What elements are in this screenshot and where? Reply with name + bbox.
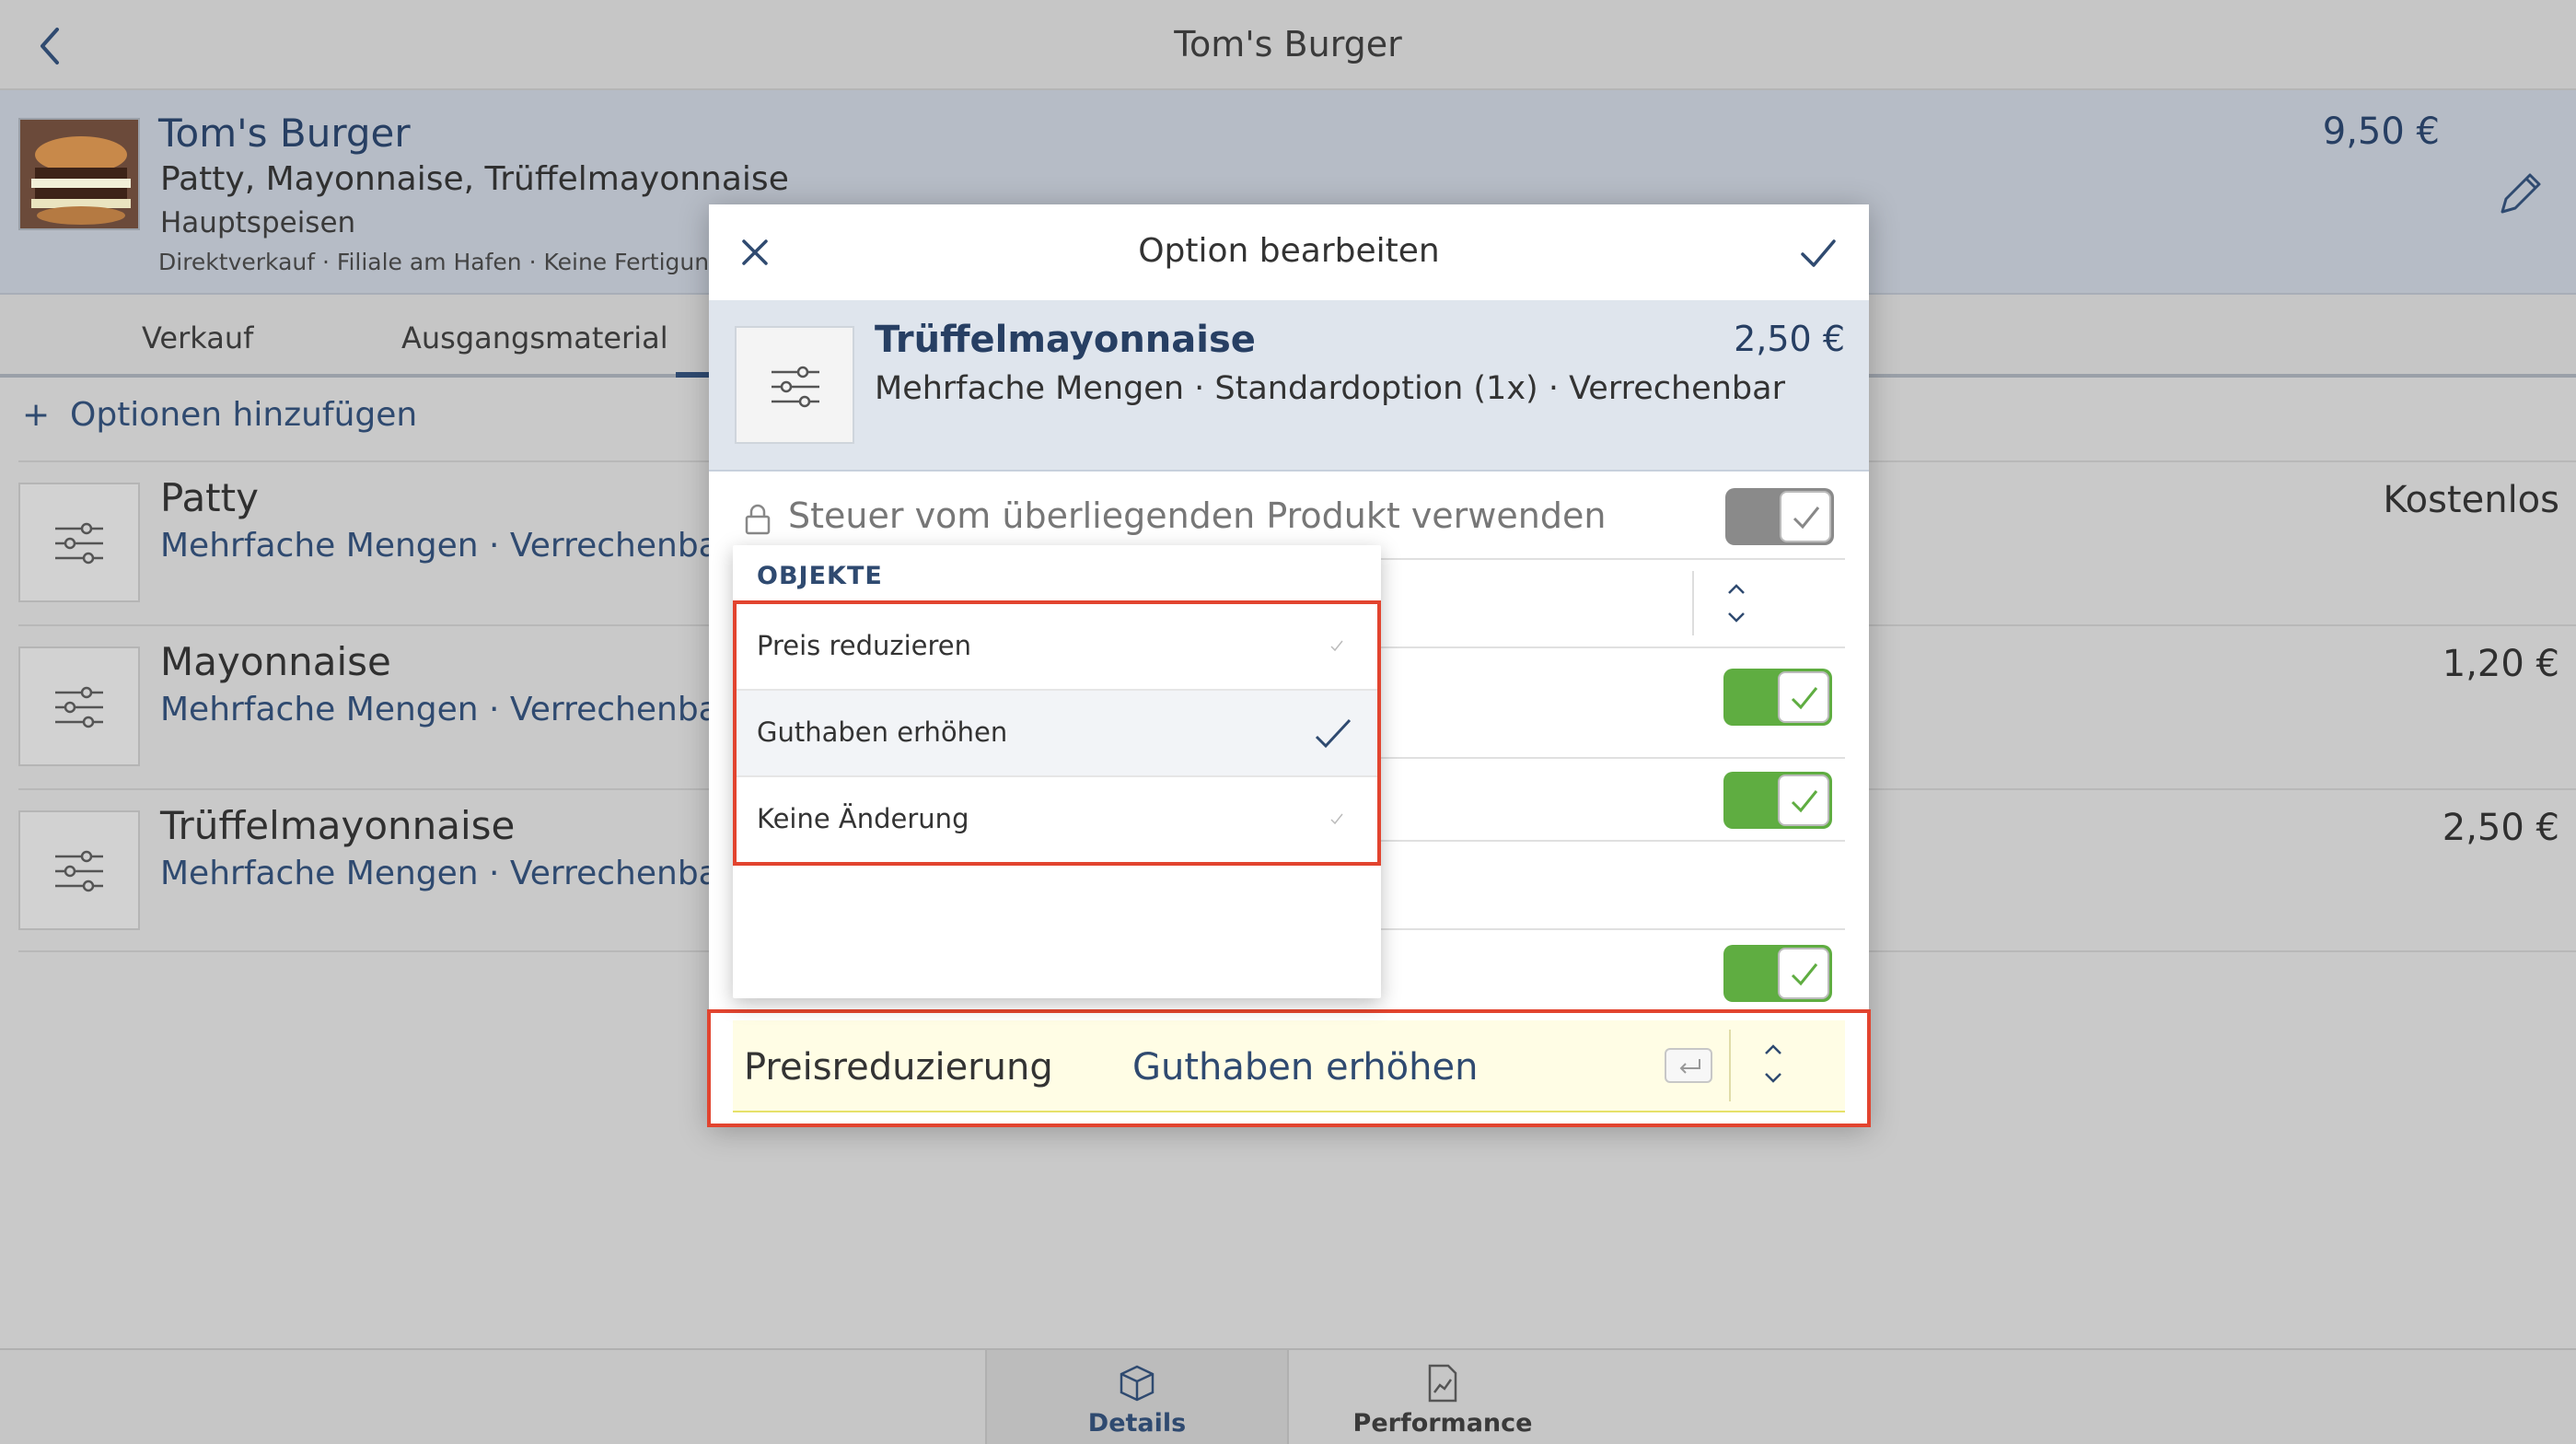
option-price: 1,20 € — [2442, 643, 2559, 685]
toggle-knob — [1778, 948, 1829, 999]
price-reduction-highlight — [707, 1009, 1871, 1127]
add-options-button[interactable]: + Optionen hinzufügen — [22, 396, 417, 451]
tab-verkauf[interactable]: Verkauf — [142, 320, 253, 355]
tab-details-label: Details — [1087, 1409, 1187, 1438]
dropdown-header: OBJEKTE — [757, 562, 883, 590]
active-tab-indicator — [676, 372, 713, 378]
toggle-switch[interactable] — [1723, 945, 1832, 1002]
option-sub: Mehrfache Mengen · Verrechenbar — [160, 691, 733, 728]
burger-image — [18, 118, 140, 230]
toggle-switch[interactable] — [1723, 669, 1832, 726]
nav-bar: Tom's Burger — [0, 0, 2576, 90]
page-title: Tom's Burger — [1174, 24, 1402, 64]
modal-option-price: 2,50 € — [1734, 319, 1845, 359]
product-meta: Direktverkauf · Filiale am Hafen · Keine… — [158, 249, 711, 275]
option-name: Mayonnaise — [160, 639, 391, 684]
check-icon — [1791, 790, 1818, 813]
option-name: Patty — [160, 475, 259, 520]
sliders-icon — [18, 646, 140, 766]
check-icon — [1793, 507, 1820, 530]
tab-details[interactable]: Details — [985, 1350, 1289, 1444]
checkmark-icon[interactable] — [1795, 230, 1841, 276]
box-icon — [1120, 1365, 1155, 1402]
tax-setting-label: Steuer vom überliegenden Produkt verwend… — [788, 495, 1607, 536]
lock-icon — [745, 504, 771, 535]
product-price: 9,50 € — [2322, 111, 2440, 153]
sliders-icon — [18, 483, 140, 602]
option-price: 2,50 € — [2442, 807, 2559, 849]
tab-performance-label: Performance — [1352, 1409, 1533, 1438]
product-ingredients: Patty, Mayonnaise, Trüffelmayonnaise — [160, 160, 789, 198]
modal-option-name: Trüffelmayonnaise — [875, 319, 1256, 361]
modal-title: Option bearbeiten — [1138, 232, 1440, 270]
stepper-arrows-icon[interactable] — [1718, 576, 1755, 630]
dropdown-items-highlight — [733, 600, 1381, 866]
tab-ausgangsmaterial[interactable]: Ausgangsmaterial — [401, 320, 668, 355]
modal-option-summary: Trüffelmayonnaise Mehrfache Mengen · Sta… — [709, 300, 1869, 472]
toggle-knob — [1778, 671, 1829, 723]
add-options-label: Optionen hinzufügen — [70, 396, 418, 434]
sliders-icon — [18, 810, 140, 930]
bottom-tab-bar: Details Performance — [0, 1348, 2576, 1444]
product-category: Hauptspeisen — [160, 206, 356, 239]
divider — [1692, 571, 1694, 635]
toggle-knob — [1778, 774, 1829, 826]
product-name: Tom's Burger — [158, 111, 411, 156]
tab-performance[interactable]: Performance — [1291, 1350, 1595, 1444]
tax-toggle[interactable] — [1725, 488, 1834, 545]
toggle-knob — [1780, 491, 1831, 542]
option-sub: Mehrfache Mengen · Verrechenbar — [160, 855, 733, 892]
toggle-switch[interactable] — [1723, 772, 1832, 829]
option-price: Kostenlos — [2383, 479, 2559, 521]
check-icon — [1791, 963, 1818, 986]
chart-document-icon — [1428, 1364, 1457, 1403]
modal-option-sub: Mehrfache Mengen · Standardoption (1x) ·… — [875, 370, 1785, 407]
plus-icon: + — [22, 396, 51, 434]
pencil-icon[interactable] — [2491, 166, 2548, 223]
check-icon — [1791, 687, 1818, 710]
sliders-icon — [735, 326, 854, 444]
option-name: Trüffelmayonnaise — [160, 803, 516, 848]
option-sub: Mehrfache Mengen · Verrechenbar — [160, 527, 733, 565]
modal-header: Option bearbeiten — [709, 204, 1869, 300]
